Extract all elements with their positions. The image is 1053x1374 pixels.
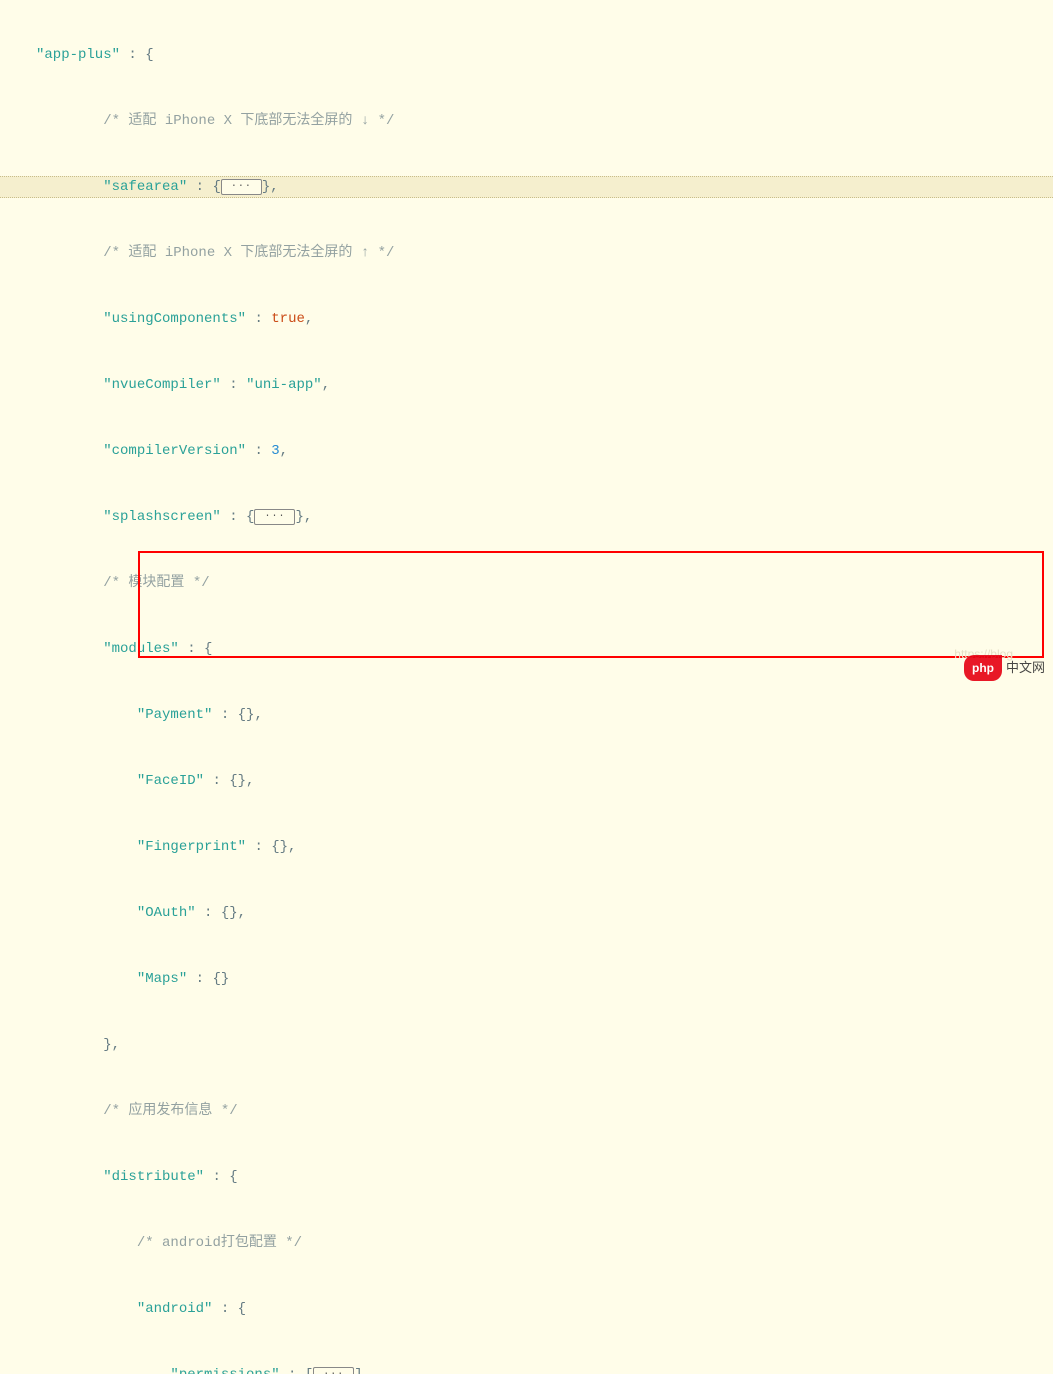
code-line: "usingComponents" : true,: [0, 308, 1053, 330]
code-editor-content: "app-plus" : { /* 适配 iPhone X 下底部无法全屏的 ↓…: [0, 0, 1053, 1374]
fold-marker[interactable]: ···: [313, 1367, 354, 1374]
watermark-text: 中文网: [1006, 657, 1045, 679]
code-line: "android" : {: [0, 1298, 1053, 1320]
fold-marker[interactable]: ···: [221, 179, 262, 195]
code-line: "distribute" : {: [0, 1166, 1053, 1188]
watermark-pill: php: [964, 655, 1002, 681]
code-line: "permissions" : [···]: [0, 1364, 1053, 1374]
site-watermark: php 中文网: [964, 655, 1045, 681]
code-line: "OAuth" : {},: [0, 902, 1053, 924]
code-line: /* android打包配置 */: [0, 1232, 1053, 1254]
code-line: "Maps" : {}: [0, 968, 1053, 990]
code-line: /* 适配 iPhone X 下底部无法全屏的 ↑ */: [0, 242, 1053, 264]
code-line: "splashscreen" : {···},: [0, 506, 1053, 528]
fold-marker[interactable]: ···: [254, 509, 295, 525]
code-line-current[interactable]: "safearea" : {···},: [0, 176, 1053, 198]
code-line: /* 适配 iPhone X 下底部无法全屏的 ↓ */: [0, 110, 1053, 132]
code-line: "compilerVersion" : 3,: [0, 440, 1053, 462]
code-line: "FaceID" : {},: [0, 770, 1053, 792]
code-line: "Payment" : {},: [0, 704, 1053, 726]
code-line: "modules" : {: [0, 638, 1053, 660]
code-line: },: [0, 1034, 1053, 1056]
code-line: "Fingerprint" : {},: [0, 836, 1053, 858]
code-line: "app-plus" : {: [0, 44, 1053, 66]
code-line: /* 模块配置 */: [0, 572, 1053, 594]
code-line: /* 应用发布信息 */: [0, 1100, 1053, 1122]
code-line: "nvueCompiler" : "uni-app",: [0, 374, 1053, 396]
